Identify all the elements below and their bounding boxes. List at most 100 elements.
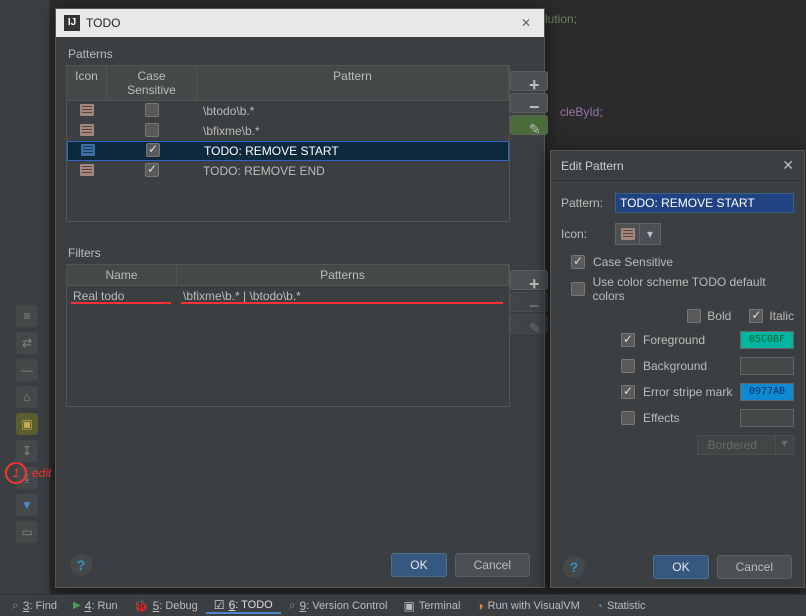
case-sensitive-cell-checkbox[interactable] — [145, 103, 159, 117]
col-icon: Icon — [67, 66, 107, 100]
tool-icon[interactable]: ⌂ — [16, 386, 38, 408]
pattern-cell: TODO: REMOVE START — [198, 144, 508, 158]
tool-icon: ⌕ — [289, 598, 296, 613]
tool-icon[interactable]: ▭ — [16, 521, 38, 543]
edit-pattern-popup: Edit Pattern ✕ Pattern: Icon: ▾ Case Sen… — [550, 150, 805, 588]
tool-icon[interactable]: ↧ — [16, 440, 38, 462]
remove-filter-button[interactable]: − — [510, 292, 548, 312]
handdrawn-annotation: 1 edit — [5, 460, 51, 484]
effects-checkbox[interactable] — [621, 411, 635, 425]
pattern-cell: TODO: REMOVE END — [197, 164, 509, 178]
popup-title-bar: Edit Pattern ✕ — [551, 151, 804, 181]
italic-checkbox[interactable] — [749, 309, 763, 323]
chevron-down-icon: ▾ — [775, 436, 793, 454]
status-bar-item[interactable]: ▶4: Run — [65, 599, 126, 613]
tool-icon[interactable]: — — [16, 359, 38, 381]
table-row[interactable]: \bfixme\b.* — [67, 121, 509, 141]
status-bar-item[interactable]: ▣Terminal — [396, 599, 469, 613]
use-default-colors-checkbox[interactable] — [571, 282, 585, 296]
background-checkbox[interactable] — [621, 359, 635, 373]
filter-patterns-cell: \bfixme\b.* | \btodo\b.* — [177, 289, 509, 303]
tool-filter-icon[interactable]: ▼ — [16, 494, 38, 516]
status-bar-item[interactable]: ☑6: TODO — [206, 598, 281, 614]
table-row[interactable]: \btodo\b.* — [67, 101, 509, 121]
effects-type-combo[interactable]: Bordered ▾ — [697, 435, 794, 455]
case-sensitive-label: Case Sensitive — [593, 255, 673, 269]
icon-picker[interactable]: ▾ — [615, 223, 661, 245]
case-sensitive-cell-checkbox[interactable] — [145, 163, 159, 177]
edit-filter-button[interactable]: ✎ — [510, 314, 548, 334]
pattern-label: Pattern: — [561, 196, 615, 210]
pattern-input[interactable] — [615, 193, 794, 213]
table-row[interactable]: TODO: REMOVE START — [67, 141, 509, 161]
patterns-section-label: Patterns — [56, 37, 544, 65]
dialog-title-bar: IJ TODO ✕ — [56, 9, 544, 37]
filters-table-header: Name Patterns — [67, 265, 509, 286]
dialog-title: TODO — [86, 16, 516, 30]
filters-side-buttons: + − ✎ — [510, 264, 534, 407]
case-sensitive-cell-checkbox[interactable] — [145, 123, 159, 137]
statistic-icon: ◔ — [596, 599, 603, 613]
use-default-colors-label: Use color scheme TODO default colors — [593, 275, 794, 303]
visualvm-icon: ◑ — [476, 599, 483, 613]
tool-icon[interactable]: ⇄ — [16, 332, 38, 354]
note-icon — [81, 144, 95, 156]
bold-label: Bold — [707, 309, 731, 323]
col-patterns: Patterns — [177, 265, 509, 285]
table-row[interactable]: TODO: REMOVE END — [67, 161, 509, 181]
editor-text-bg: lution; — [545, 12, 577, 26]
case-sensitive-checkbox[interactable] — [571, 255, 585, 269]
patterns-table: Icon Case Sensitive Pattern \btodo\b.* \b… — [66, 65, 510, 222]
tool-icon[interactable]: ▣ — [16, 413, 38, 435]
bug-icon: 🐞 — [134, 599, 149, 613]
status-bar-item[interactable]: ◔Statistic — [588, 599, 654, 613]
note-icon — [80, 164, 94, 176]
close-icon[interactable]: ✕ — [516, 16, 536, 30]
status-bar-item[interactable]: ⌕3: Find — [4, 598, 65, 613]
patterns-side-buttons: + − ✎ — [510, 65, 534, 222]
foreground-label: Foreground — [643, 333, 740, 347]
editor-text-bg-2: cleById; — [560, 105, 603, 119]
edit-pattern-button[interactable]: ✎ — [510, 115, 548, 135]
help-icon[interactable]: ? — [70, 554, 92, 576]
ok-button[interactable]: OK — [391, 553, 446, 577]
add-pattern-button[interactable]: + — [510, 71, 548, 91]
add-filter-button[interactable]: + — [510, 270, 548, 290]
effects-color[interactable] — [740, 409, 794, 427]
status-bar-item[interactable]: ⌕9: Version Control — [281, 598, 396, 613]
bold-checkbox[interactable] — [687, 309, 701, 323]
ok-button[interactable]: OK — [653, 555, 708, 579]
status-bar-item[interactable]: ◑Run with VisualVM — [468, 599, 587, 613]
cancel-button[interactable]: Cancel — [717, 555, 792, 579]
remove-pattern-button[interactable]: − — [510, 93, 548, 113]
status-bar-item[interactable]: 🐞5: Debug — [126, 599, 206, 613]
patterns-table-header: Icon Case Sensitive Pattern — [67, 66, 509, 101]
col-pattern: Pattern — [197, 66, 509, 100]
case-sensitive-cell-checkbox[interactable] — [146, 143, 160, 157]
close-icon[interactable]: ✕ — [782, 157, 794, 174]
foreground-checkbox[interactable] — [621, 333, 635, 347]
tool-icon: ⌕ — [12, 598, 19, 613]
chevron-down-icon: ▾ — [640, 224, 660, 244]
effects-label: Effects — [643, 411, 740, 425]
todo-settings-dialog: IJ TODO ✕ Patterns Icon Case Sensitive P… — [55, 8, 545, 588]
tool-window-icons: ≡ ⇄ — ⌂ ▣ ↧ ⤓ ▼ ▭ — [16, 300, 42, 548]
table-row[interactable]: Real todo\bfixme\b.* | \btodo\b.* — [67, 286, 509, 306]
col-name: Name — [67, 265, 177, 285]
help-icon[interactable]: ? — [563, 556, 585, 578]
filter-name-cell: Real todo — [67, 289, 177, 303]
error-stripe-label: Error stripe mark — [643, 385, 740, 399]
todo-icon: ☑ — [214, 598, 225, 612]
filters-table: Name Patterns Real todo\bfixme\b.* | \bt… — [66, 264, 510, 407]
tool-icon[interactable]: ≡ — [16, 305, 38, 327]
dialog-footer: ? OK Cancel — [56, 553, 544, 577]
error-stripe-color[interactable]: 0977AB — [740, 383, 794, 401]
dialog-separator — [66, 541, 534, 543]
popup-footer: ? OK Cancel — [551, 555, 804, 579]
cancel-button[interactable]: Cancel — [455, 553, 530, 577]
pattern-cell: \bfixme\b.* — [197, 124, 509, 138]
foreground-color[interactable]: 05C0BF — [740, 331, 794, 349]
filters-section-label: Filters — [56, 236, 544, 264]
background-color[interactable] — [740, 357, 794, 375]
error-stripe-checkbox[interactable] — [621, 385, 635, 399]
